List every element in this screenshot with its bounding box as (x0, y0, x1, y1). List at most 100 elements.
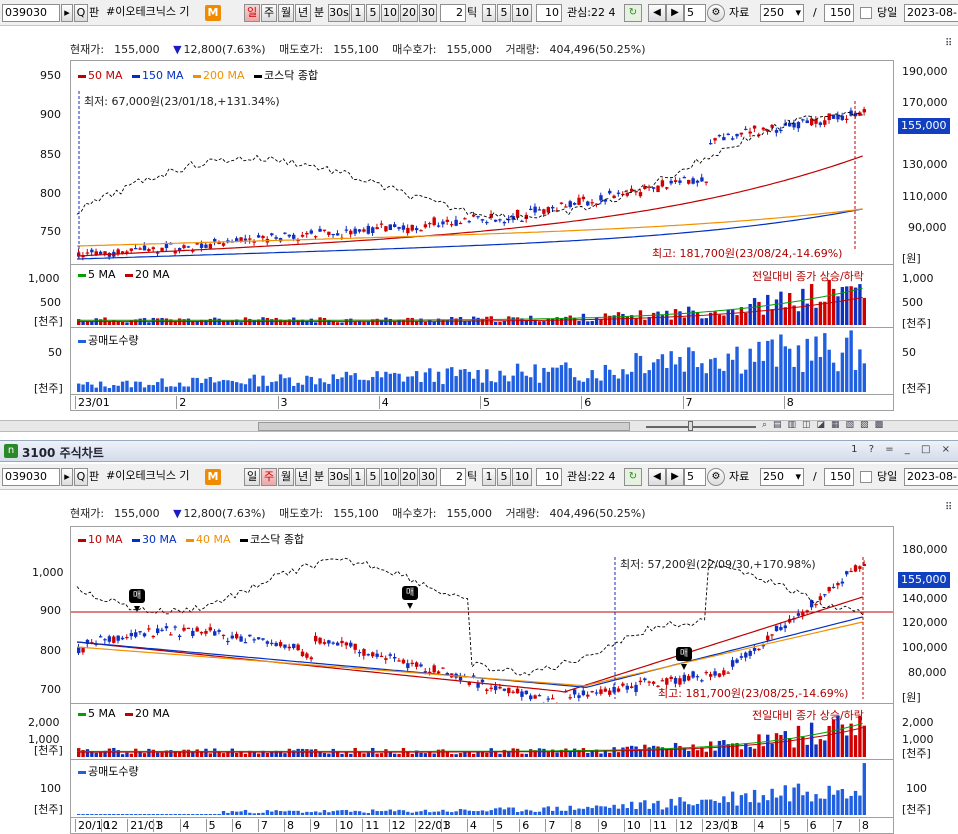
tick-5-button[interactable]: 5 (497, 4, 511, 22)
tick-1-button[interactable]: 1 (482, 4, 496, 22)
window-number-button[interactable]: 1 (851, 444, 861, 455)
x-axis-tick-label: 5 (493, 819, 503, 832)
candle-body (296, 644, 300, 651)
date-input[interactable]: 2023-08- (904, 468, 958, 486)
pan-label[interactable]: 판 (89, 4, 99, 22)
tick-input[interactable]: 2 (440, 468, 466, 486)
data-count-select[interactable]: 250 ▾ (760, 468, 804, 486)
step-input[interactable]: 5 (684, 4, 706, 22)
short-left-axis-unit: [천주] (34, 382, 63, 395)
chart-tool-icons[interactable]: ⌕▤▥◫◪▦▧▨▩ (762, 420, 889, 430)
period-10-button[interactable]: 10 (381, 468, 399, 486)
settings-gear-icon[interactable]: ⚙ (707, 468, 725, 486)
refresh-icon[interactable]: ↻ (624, 4, 642, 22)
bottom-short-sale-plot (77, 763, 866, 815)
top-panel-menu-icon[interactable]: ⠿ (945, 38, 955, 49)
interest-label[interactable]: 관심:22 4 (567, 4, 615, 22)
top-scrollbar[interactable]: ⌕▤▥◫◪▦▧▨▩ (0, 420, 958, 432)
tick-5-button[interactable]: 5 (497, 468, 511, 486)
refresh-icon[interactable]: ↻ (624, 468, 642, 486)
minimize-button[interactable]: _ (905, 444, 914, 455)
same-day-checkbox[interactable] (860, 7, 872, 19)
window-control-buttons[interactable]: 1 ? = _ □ × (851, 444, 954, 455)
next-arrow-icon[interactable]: ▶ (666, 4, 684, 22)
m-badge-icon[interactable]: M (205, 469, 221, 485)
volume-bar (283, 753, 287, 757)
stock-code-input[interactable]: 039030 (2, 4, 60, 22)
bottom-price-chart[interactable] (70, 526, 894, 704)
period-1-button[interactable]: 1 (351, 4, 365, 22)
candle-body (586, 694, 590, 697)
tick-10-button[interactable]: 10 (512, 468, 532, 486)
top-short-sale-chart[interactable] (70, 327, 894, 395)
volume-bar (805, 338, 809, 392)
date-input[interactable]: 2023-08- (904, 4, 958, 22)
search-icon[interactable]: Q (74, 468, 88, 486)
candle-body (735, 133, 739, 137)
zoom-slider[interactable] (646, 426, 756, 428)
bottom-short-legend: 공매도수량 (78, 763, 139, 779)
period-month-button[interactable]: 월 (278, 468, 294, 486)
stock-code-input[interactable]: 039030 (2, 468, 60, 486)
stock-name-field[interactable]: #이오테크닉스 기 (104, 4, 204, 22)
short-right-axis-unit: [천주] (902, 803, 931, 816)
scrollbar-thumb[interactable] (258, 422, 630, 431)
tick-1-button[interactable]: 1 (482, 468, 496, 486)
period-month-button[interactable]: 월 (278, 4, 294, 22)
period-week-button[interactable]: 주 (261, 4, 277, 22)
period-30s-button[interactable]: 30s (328, 468, 350, 486)
period-5-button[interactable]: 5 (366, 4, 380, 22)
bottom-short-sale-chart[interactable] (70, 759, 894, 818)
period-day-button[interactable]: 일 (244, 468, 260, 486)
period-30-button[interactable]: 30 (419, 4, 437, 22)
tick-input[interactable]: 2 (440, 4, 466, 22)
next-arrow-icon[interactable]: ▶ (666, 468, 684, 486)
total-count-input[interactable]: 150 (824, 468, 854, 486)
x-axis-tick-label: 9 (597, 819, 608, 832)
period-20-button[interactable]: 20 (400, 4, 418, 22)
stock-name-field[interactable]: #이오테크닉스 기 (104, 468, 204, 486)
pin-button[interactable]: = (885, 444, 897, 455)
code-dropdown-arrow[interactable]: ▸ (61, 468, 73, 486)
close-button[interactable]: × (942, 444, 954, 455)
period-1-button[interactable]: 1 (351, 468, 365, 486)
prev-arrow-icon[interactable]: ◀ (648, 4, 666, 22)
step-input[interactable]: 5 (684, 468, 706, 486)
m-badge-icon[interactable]: M (205, 5, 221, 21)
bottom-panel-menu-icon[interactable]: ⠿ (945, 502, 955, 513)
candle-body (441, 221, 445, 225)
settings-gear-icon[interactable]: ⚙ (707, 4, 725, 22)
maximize-button[interactable]: □ (921, 444, 934, 455)
period-30s-button[interactable]: 30s (328, 4, 350, 22)
code-dropdown-arrow[interactable]: ▸ (61, 4, 73, 22)
right-axis-label: 140,000 (902, 592, 948, 605)
zoom-slider-handle[interactable] (688, 421, 693, 431)
period-20-button[interactable]: 20 (400, 468, 418, 486)
period-minute-label[interactable]: 분 (314, 468, 324, 486)
volume-bar (529, 377, 533, 392)
period-year-button[interactable]: 년 (295, 468, 311, 486)
tick-count-input[interactable]: 10 (536, 468, 562, 486)
top-price-chart[interactable] (70, 60, 894, 265)
period-30-button[interactable]: 30 (419, 468, 437, 486)
interest-label[interactable]: 관심:22 4 (567, 468, 615, 486)
period-day-button[interactable]: 일 (244, 4, 260, 22)
data-count-select[interactable]: 250 ▾ (760, 4, 804, 22)
tick-count-input[interactable]: 10 (536, 4, 562, 22)
period-year-button[interactable]: 년 (295, 4, 311, 22)
period-week-button[interactable]: 주 (261, 468, 277, 486)
candle-body (388, 224, 392, 231)
pan-label[interactable]: 판 (89, 468, 99, 486)
tick-10-button[interactable]: 10 (512, 4, 532, 22)
period-minute-label[interactable]: 분 (314, 4, 324, 22)
candle-body (757, 648, 761, 651)
bottom-window-title-bar[interactable]: n 3100 주식차트 1 ? = _ □ × (0, 440, 958, 462)
same-day-checkbox[interactable] (860, 471, 872, 483)
period-10-button[interactable]: 10 (381, 4, 399, 22)
period-5-button[interactable]: 5 (366, 468, 380, 486)
search-icon[interactable]: Q (74, 4, 88, 22)
prev-arrow-icon[interactable]: ◀ (648, 468, 666, 486)
help-button[interactable]: ? (869, 444, 878, 455)
volume-bar (788, 348, 792, 392)
total-count-input[interactable]: 150 (824, 4, 854, 22)
